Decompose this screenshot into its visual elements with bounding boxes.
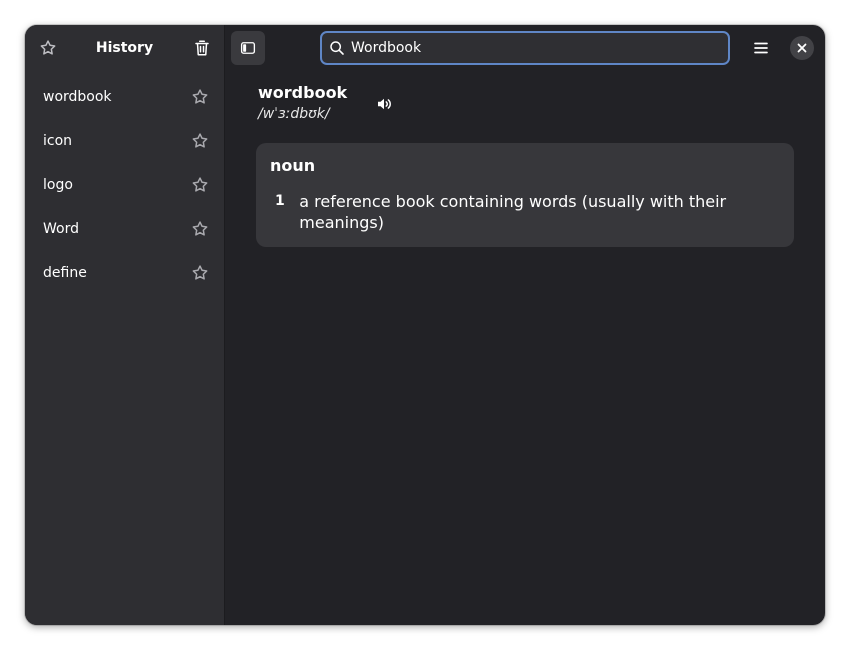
sidebar: History wordbook icon logo Word define	[25, 25, 225, 625]
definition-text: a reference book containing words (usual…	[299, 192, 727, 232]
history-item-label: Word	[43, 221, 79, 237]
star-icon	[192, 89, 208, 104]
app-window: History wordbook icon logo Word define W…	[25, 25, 825, 625]
sidebar-toggle-button[interactable]	[231, 31, 265, 65]
history-item[interactable]: define	[25, 251, 224, 295]
star-icon	[192, 265, 208, 280]
history-list: wordbook icon logo Word define	[25, 75, 224, 295]
history-item-label: define	[43, 265, 87, 281]
speak-button[interactable]	[371, 91, 397, 117]
favorites-button[interactable]	[32, 32, 64, 64]
definition-row: 1 a reference book containing words (usu…	[275, 191, 764, 233]
history-item[interactable]: icon	[25, 119, 224, 163]
history-item[interactable]: logo	[25, 163, 224, 207]
sidebar-panel-icon	[240, 42, 256, 54]
definition-card: noun 1 a reference book containing words…	[256, 143, 794, 247]
sidebar-header: History	[25, 25, 224, 71]
entry-word: wordbook	[258, 83, 348, 102]
history-item-label: wordbook	[43, 89, 112, 105]
hamburger-menu-icon	[754, 42, 768, 54]
search-input[interactable]	[351, 35, 728, 61]
header-bar	[225, 25, 825, 71]
favorite-toggle[interactable]	[186, 259, 214, 287]
history-item[interactable]: Word	[25, 207, 224, 251]
history-item[interactable]: wordbook	[25, 75, 224, 119]
definition-number: 1	[275, 193, 285, 209]
history-item-label: icon	[43, 133, 73, 149]
entry-pronunciation: /wˈɜːdbʊk/	[258, 106, 330, 122]
star-icon	[40, 40, 56, 55]
star-icon	[192, 177, 208, 192]
star-icon	[192, 133, 208, 148]
history-item-label: logo	[43, 177, 73, 193]
trash-icon	[195, 40, 209, 56]
favorite-toggle[interactable]	[186, 215, 214, 243]
search-entry[interactable]	[320, 31, 730, 65]
search-icon	[328, 39, 346, 57]
star-icon	[192, 221, 208, 236]
favorite-toggle[interactable]	[186, 83, 214, 111]
close-window-button[interactable]	[790, 36, 814, 60]
clear-history-button[interactable]	[186, 32, 218, 64]
entry-header: wordbook /wˈɜːdbʊk/	[258, 83, 347, 124]
main-menu-button[interactable]	[745, 32, 777, 64]
favorite-toggle[interactable]	[186, 171, 214, 199]
part-of-speech: noun	[270, 156, 316, 175]
main-content: wordbook /wˈɜːdbʊk/ noun 1 a reference b…	[225, 25, 825, 625]
favorite-toggle[interactable]	[186, 127, 214, 155]
close-icon	[797, 43, 807, 53]
speaker-icon	[378, 98, 391, 110]
